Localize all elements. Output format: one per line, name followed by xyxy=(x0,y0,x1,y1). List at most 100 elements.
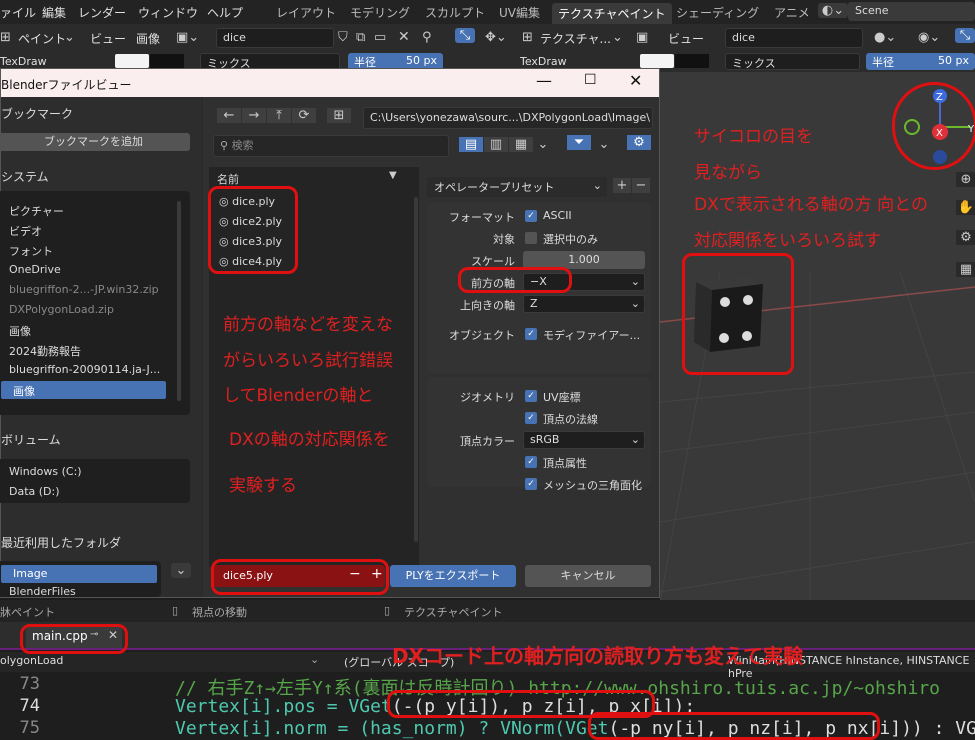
tab-layout[interactable]: レイアウト xyxy=(276,4,336,21)
sort-icon[interactable]: ▼ xyxy=(389,170,397,181)
sidebar-item-zip2[interactable]: DXPolygonLoad.zip xyxy=(9,303,114,316)
up-axis-select[interactable]: Z ⌄ xyxy=(523,295,645,313)
close-icon[interactable]: ✕ xyxy=(629,71,642,90)
search-input[interactable]: ⚲ 検索 xyxy=(213,135,449,157)
transform-icon[interactable]: ✥⌄ xyxy=(485,30,507,45)
list-view-icon[interactable]: ▤ xyxy=(459,137,483,152)
sidebar-item-zip1[interactable]: bluegriffon-2...-JP.win32.zip xyxy=(9,283,159,296)
radius-right[interactable]: 半径 50 px xyxy=(866,53,975,70)
texdraw-right[interactable]: TexDraw xyxy=(520,55,567,68)
chevron-down-icon[interactable]: ⌄ xyxy=(310,653,319,666)
menu-render[interactable]: レンダー xyxy=(78,4,126,21)
name-column-header[interactable]: 名前 xyxy=(217,171,239,187)
new-folder-icon[interactable]: ⊞ xyxy=(327,108,351,123)
minimize-icon[interactable]: — xyxy=(536,71,552,90)
image-browse-icon[interactable]: ▣⌄ xyxy=(176,30,199,45)
chevron-down-icon[interactable]: ⌄ xyxy=(171,563,191,578)
viewport-3d[interactable]: Z X Y ⊕ ✋ ⚙ ▦ サイコロの目を 見ながら DXで表示される軸の方 向… xyxy=(660,72,975,602)
right-image-field[interactable]: dice xyxy=(725,28,863,48)
menu-help[interactable]: ヘルプ xyxy=(207,4,243,21)
project-dropdown[interactable]: olygonLoad xyxy=(0,654,63,667)
thumbnail-view-icon[interactable]: ▦ xyxy=(509,137,533,152)
tab-uv-edit[interactable]: UV編集 xyxy=(499,4,540,21)
sidebar-item-images[interactable]: 画像 xyxy=(9,323,31,339)
visibility-icon[interactable]: ◉⌄ xyxy=(918,30,940,45)
export-button[interactable]: PLYをエクスポート xyxy=(390,565,516,587)
remove-preset-icon[interactable]: − xyxy=(632,178,650,193)
shading-icon[interactable]: ●⌄ xyxy=(874,30,896,45)
gear-icon[interactable]: ⚙ xyxy=(627,135,651,150)
selected-only-checkbox[interactable] xyxy=(525,232,537,244)
image-name-field[interactable]: dice xyxy=(216,28,334,48)
tab-modeling[interactable]: モデリング xyxy=(350,4,410,21)
sidebar-item-selected[interactable]: 画像 xyxy=(1,381,166,399)
scene-selector[interactable]: Scene xyxy=(848,2,975,21)
uv-checkbox[interactable]: ✓ xyxy=(525,390,537,402)
tab-texture-paint[interactable]: テクスチャペイント xyxy=(552,3,672,24)
folder-icon[interactable]: ▭ xyxy=(374,30,386,45)
grid-icon[interactable]: ▦ xyxy=(956,262,975,277)
recent-header[interactable]: 最近利用したフォルダ xyxy=(1,534,121,551)
filter-icon[interactable]: ⏷ xyxy=(567,135,591,150)
pan-hand-icon[interactable]: ✋ xyxy=(956,200,975,215)
texdraw-left[interactable]: TexDraw xyxy=(0,55,47,68)
blend-right[interactable]: ミックス xyxy=(725,53,860,70)
modifier-checkbox[interactable]: ✓ xyxy=(525,328,537,340)
vertex-attr-checkbox[interactable]: ✓ xyxy=(525,456,537,468)
chevron-down-icon[interactable]: ⌄ xyxy=(595,137,613,152)
chevron-down-icon[interactable]: ⌄ xyxy=(534,137,552,152)
texture-mode-select[interactable]: テクスチャ... xyxy=(540,30,611,47)
volume-c[interactable]: Windows (C:) xyxy=(9,465,82,478)
maximize-icon[interactable]: ☐ xyxy=(584,72,597,88)
add-preset-icon[interactable]: + xyxy=(613,178,631,193)
zoom-icon[interactable]: ⊕ xyxy=(956,172,975,187)
tab-sculpt[interactable]: スカルプト xyxy=(425,4,485,21)
sidebar-item-onedrive[interactable]: OneDrive xyxy=(9,263,61,276)
sidebar-item-bluegriffon[interactable]: bluegriffon-20090114.ja-J... xyxy=(9,363,160,376)
system-header[interactable]: システム xyxy=(1,168,49,185)
volume-d[interactable]: Data (D:) xyxy=(9,485,60,498)
view-menu[interactable]: ビュー xyxy=(90,30,126,47)
volumes-header[interactable]: ボリューム xyxy=(1,431,61,448)
recent-item-selected[interactable]: Image xyxy=(1,565,157,583)
color-swatch-right[interactable] xyxy=(640,54,674,68)
normals-checkbox[interactable]: ✓ xyxy=(525,412,537,424)
image-menu[interactable]: 画像 xyxy=(136,30,160,47)
recent-item-blenderfiles[interactable]: BlenderFiles xyxy=(9,585,76,598)
pin-icon[interactable]: ⚲ xyxy=(422,30,432,45)
duplicate-icon[interactable]: ⧉ xyxy=(356,30,365,45)
menu-edit[interactable]: 編集 xyxy=(42,4,66,21)
parent-dir-icon[interactable]: ⤒ xyxy=(267,108,291,123)
sidebar-item-video[interactable]: ビデオ xyxy=(9,223,42,239)
vertex-color-select[interactable]: sRGB ⌄ xyxy=(523,431,645,449)
sidebar-item-fonts[interactable]: フォント xyxy=(9,243,53,259)
forward-icon[interactable]: → xyxy=(242,108,266,123)
ascii-checkbox[interactable]: ✓ xyxy=(525,210,537,222)
color-swatch-left[interactable] xyxy=(115,54,149,68)
sidebar-item-pictures[interactable]: ピクチャー xyxy=(9,203,64,219)
operator-preset-select[interactable]: オペレータープリセット ⌄ xyxy=(427,177,607,197)
close-icon[interactable]: ✕ xyxy=(398,29,410,45)
bookmarks-header[interactable]: ブックマーク xyxy=(1,105,73,122)
menu-window[interactable]: ウィンドウ xyxy=(138,4,198,21)
path-field[interactable]: C:\Users\yonezawa\sourc...\DXPolygonLoad… xyxy=(363,107,653,129)
cancel-button[interactable]: キャンセル xyxy=(525,565,651,587)
tab-animation[interactable]: アニメ xyxy=(774,4,810,21)
scene-icon[interactable]: ◐⌄ xyxy=(818,3,848,18)
shield-icon[interactable]: ⛉ xyxy=(338,30,348,45)
detail-view-icon[interactable]: ▥ xyxy=(484,137,508,152)
add-bookmark-button[interactable]: ブックマークを追加 xyxy=(0,133,190,151)
color-swatch-right-2[interactable] xyxy=(675,54,709,68)
overlay-icon[interactable]: ⤡ xyxy=(955,28,975,43)
tab-shading[interactable]: シェーディング xyxy=(676,4,759,21)
camera-icon[interactable]: ⚙ xyxy=(956,230,975,245)
triangulate-checkbox[interactable]: ✓ xyxy=(525,478,537,490)
paint-mode-select[interactable]: ペイント xyxy=(18,30,66,47)
menu-file[interactable]: ァイル xyxy=(0,4,36,21)
refresh-icon[interactable]: ⟳ xyxy=(292,108,316,123)
scrollbar[interactable] xyxy=(177,201,181,401)
back-icon[interactable]: ← xyxy=(217,108,241,123)
snap-icon[interactable]: ⤡ xyxy=(455,28,475,43)
right-view-menu[interactable]: ビュー xyxy=(668,30,704,47)
layer-icon[interactable]: ▣ xyxy=(636,30,648,45)
